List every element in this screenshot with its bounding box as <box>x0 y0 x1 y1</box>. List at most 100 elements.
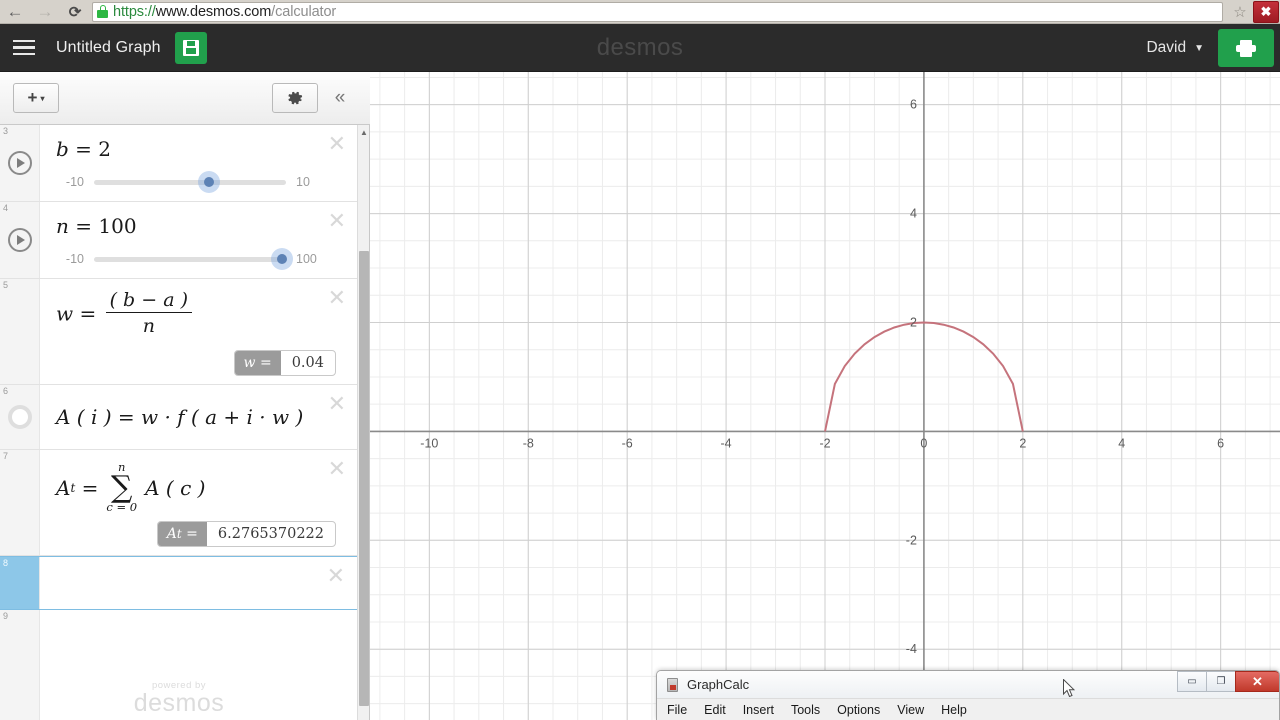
computed-value-badge[interactable]: At = 6.2765370222 <box>156 521 336 547</box>
slider-thumb[interactable] <box>271 248 294 270</box>
summation-body: A ( c ) <box>145 476 206 501</box>
menu-item-insert[interactable]: Insert <box>743 703 774 717</box>
close-button[interactable]: ✕ <box>1235 671 1279 692</box>
scroll-up-arrow-icon[interactable]: ▲ <box>358 125 370 139</box>
expression-lhs: w <box>56 301 74 326</box>
row-gutter: 8 <box>0 557 40 609</box>
url-scheme: https:// <box>113 3 156 20</box>
chevron-down-icon[interactable]: ▼ <box>1194 43 1204 54</box>
add-expression-label: + <box>27 88 38 107</box>
row-gutter: 4 <box>0 202 40 278</box>
slider[interactable]: -10 10 <box>56 171 324 193</box>
slider-max-label[interactable]: 100 <box>296 252 324 266</box>
graphcalc-window[interactable]: GraphCalc ▭ ❐ ✕ File Edit Insert Tools Optio… <box>656 670 1280 720</box>
delete-row-button[interactable]: ✕ <box>328 133 346 155</box>
expression-row[interactable]: 5 ✕ w = ( b − a ) n w = 0.04 <box>0 279 358 385</box>
delete-row-button[interactable]: ✕ <box>327 565 345 587</box>
graph-svg: -10 -8 -6 -4 -2 0 2 4 6 6 4 2 -2 -4 <box>370 72 1280 720</box>
restore-button[interactable]: ❐ <box>1206 671 1235 692</box>
expression-row[interactable]: 9 <box>0 610 358 720</box>
row-number: 3 <box>3 126 9 136</box>
url-text: https://www.desmos.com/calculator <box>113 4 336 20</box>
slider-track[interactable] <box>94 248 294 270</box>
expression-row[interactable]: 6 ✕ A ( i ) = w · f ( a + i · w ) <box>0 385 358 450</box>
row-body[interactable]: ✕ A ( i ) = w · f ( a + i · w ) <box>40 385 358 449</box>
delete-row-button[interactable]: ✕ <box>328 210 346 232</box>
row-number: 9 <box>3 611 9 621</box>
settings-button[interactable] <box>272 83 318 113</box>
minimize-button[interactable]: ▭ <box>1177 671 1206 692</box>
url-path: /calculator <box>271 3 337 20</box>
browser-toolbar: ← → ⟳ https://www.desmos.com/calculator … <box>0 0 1280 24</box>
slider-play-button[interactable] <box>8 228 32 252</box>
collapse-panel-button[interactable]: « <box>318 83 362 113</box>
expression-row[interactable]: 7 ✕ At = n ∑ c = 0 A ( c ) At = 6.276537… <box>0 450 358 556</box>
menu-item-view[interactable]: View <box>897 703 924 717</box>
slider-max-label[interactable]: 10 <box>296 175 324 189</box>
row-body[interactable] <box>40 610 358 720</box>
y-tick-label: 6 <box>910 98 917 112</box>
graphcalc-titlebar[interactable]: GraphCalc ▭ ❐ ✕ <box>657 671 1279 699</box>
bookmark-star-icon[interactable]: ☆ <box>1227 3 1253 21</box>
x-tick-label: 4 <box>1118 436 1125 450</box>
value-number[interactable]: 6.2765370222 <box>207 522 335 546</box>
row-body[interactable]: ✕ w = ( b − a ) n w = 0.04 <box>40 279 358 384</box>
row-body[interactable]: ✕ n = 100 -10 100 <box>40 202 358 278</box>
expression-panel: + ▾ « 3 ✕ b = 2 -10 10 4 ✕ n = 100 -10 1… <box>0 72 370 720</box>
slider-thumb[interactable] <box>198 171 221 193</box>
menu-item-options[interactable]: Options <box>837 703 880 717</box>
row-body[interactable]: ✕ b = 2 -10 10 <box>40 125 358 201</box>
add-expression-button[interactable]: + ▾ <box>13 83 59 113</box>
value-label: w = <box>234 351 281 375</box>
fraction-numerator: ( b − a ) <box>109 289 189 311</box>
y-tick-label: -4 <box>906 642 917 656</box>
forward-icon[interactable]: → <box>30 0 60 24</box>
delete-row-button[interactable]: ✕ <box>328 458 346 480</box>
address-bar[interactable]: https://www.desmos.com/calculator <box>92 1 1223 22</box>
reload-icon[interactable]: ⟳ <box>60 0 90 24</box>
row-body-input[interactable]: ✕ <box>40 557 357 609</box>
back-icon[interactable]: ← <box>0 0 30 24</box>
window-close-button[interactable]: ✖ <box>1253 0 1279 23</box>
slider-track[interactable] <box>94 171 286 193</box>
row-body[interactable]: ✕ At = n ∑ c = 0 A ( c ) At = 6.27653702… <box>40 450 358 555</box>
x-tick-label: -10 <box>420 436 438 450</box>
slider-min-label[interactable]: -10 <box>56 252 84 266</box>
plot-toggle-button[interactable] <box>8 405 32 429</box>
slider-play-button[interactable] <box>8 151 32 175</box>
computed-value-badge[interactable]: w = 0.04 <box>233 350 336 376</box>
expression-eq: = <box>75 137 92 161</box>
panel-scrollbar[interactable]: ▲ <box>357 125 369 720</box>
expression-list: 3 ✕ b = 2 -10 10 4 ✕ n = 100 -10 100 5 ✕… <box>0 125 358 720</box>
delete-row-button[interactable]: ✕ <box>328 287 346 309</box>
y-tick-label: 4 <box>910 207 917 221</box>
expression-lhs: n <box>56 214 69 238</box>
expression-math: n = 100 <box>56 214 324 238</box>
hamburger-icon[interactable] <box>0 39 48 56</box>
row-gutter: 7 <box>0 450 40 555</box>
share-button[interactable] <box>1218 29 1274 67</box>
delete-row-button[interactable]: ✕ <box>328 393 346 415</box>
major-gridlines <box>370 72 1280 720</box>
menu-item-edit[interactable]: Edit <box>704 703 726 717</box>
menu-item-tools[interactable]: Tools <box>791 703 820 717</box>
expression-row[interactable]: 4 ✕ n = 100 -10 100 <box>0 202 358 279</box>
scrollbar-thumb[interactable] <box>359 251 369 706</box>
slider[interactable]: -10 100 <box>56 248 324 270</box>
save-button[interactable] <box>174 31 207 64</box>
graph-title[interactable]: Untitled Graph <box>56 39 161 57</box>
user-menu-label[interactable]: David <box>1146 39 1186 57</box>
value-number[interactable]: 0.04 <box>281 351 335 375</box>
summation: n ∑ c = 0 <box>106 461 137 513</box>
graph-canvas[interactable]: -10 -8 -6 -4 -2 0 2 4 6 6 4 2 -2 -4 <box>370 72 1280 720</box>
expression-row-active[interactable]: 8 ✕ <box>0 556 358 610</box>
desmos-logo: desmos <box>596 33 684 61</box>
menu-item-help[interactable]: Help <box>941 703 967 717</box>
expression-eq: = <box>79 301 97 326</box>
menu-item-file[interactable]: File <box>667 703 687 717</box>
slider-min-label[interactable]: -10 <box>56 175 84 189</box>
row-number: 8 <box>3 558 9 568</box>
toolbar-right-group: « <box>272 83 362 113</box>
expression-row[interactable]: 3 ✕ b = 2 -10 10 <box>0 125 358 202</box>
mouse-cursor <box>1063 679 1075 698</box>
